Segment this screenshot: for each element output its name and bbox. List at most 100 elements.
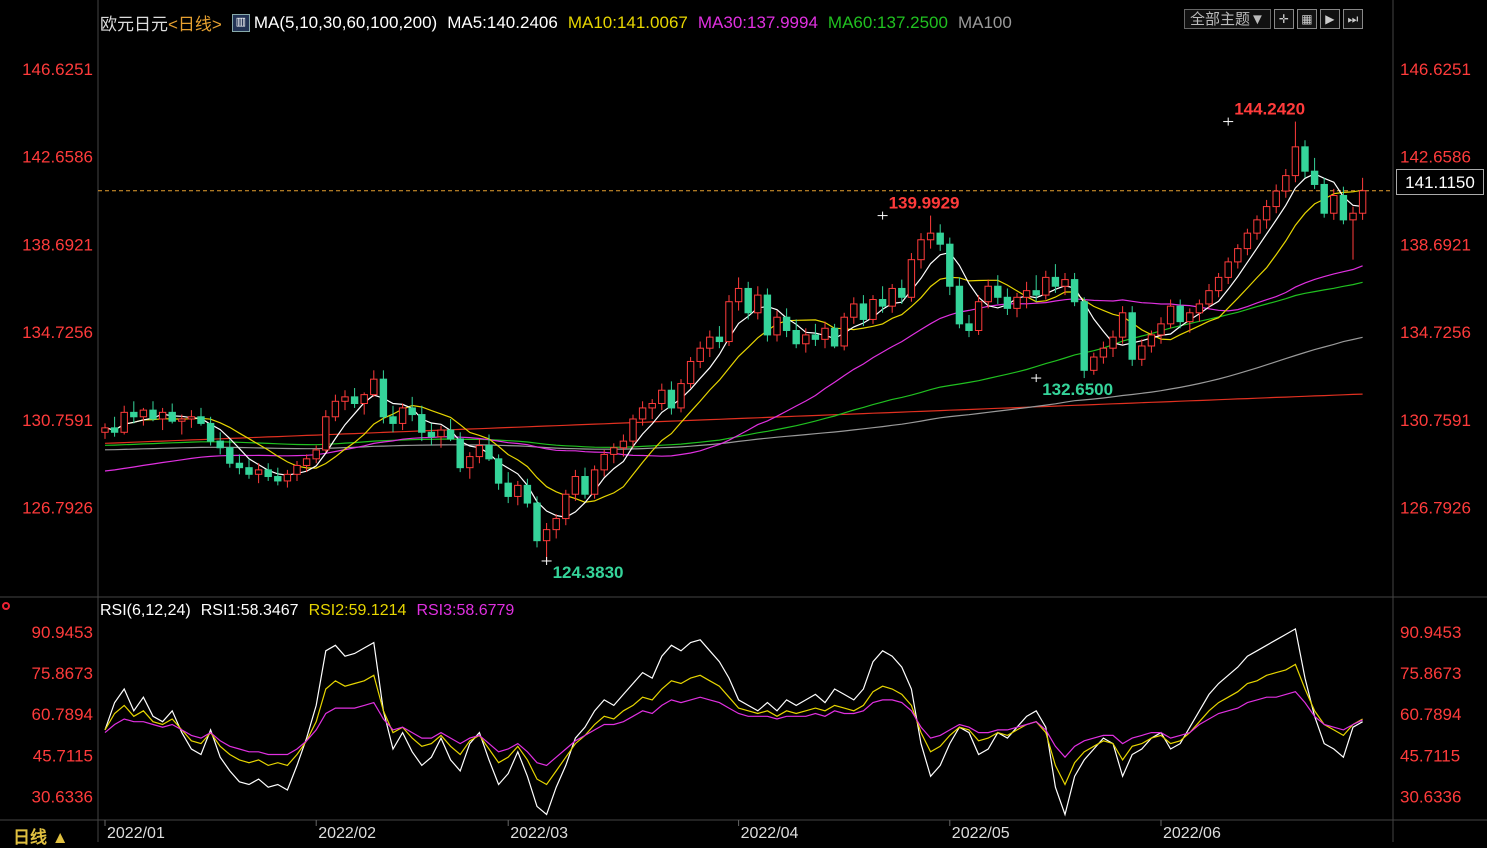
- ma200-line: [104, 393, 1363, 444]
- ma5-value: MA5:140.2406: [447, 12, 558, 32]
- candle-body: [590, 469, 599, 495]
- candle-body: [600, 453, 608, 471]
- candle-body: [139, 409, 148, 418]
- candle-body: [283, 473, 292, 482]
- ma100-line: [104, 336, 1363, 451]
- candle-body: [197, 416, 205, 424]
- candle-body: [1358, 190, 1367, 214]
- candle-body: [1301, 146, 1309, 172]
- candle-body: [1118, 312, 1127, 338]
- candle-body: [974, 301, 983, 331]
- candle-body: [1205, 290, 1213, 305]
- candle-body: [1176, 305, 1184, 323]
- candle-body: [840, 316, 848, 347]
- candle-body: [667, 389, 676, 409]
- candle-body: [245, 467, 253, 475]
- candle-body: [1109, 336, 1117, 349]
- candle-body: [1310, 170, 1319, 185]
- candle-body: [158, 411, 167, 420]
- candle-body: [821, 327, 829, 340]
- candle-body: [322, 416, 330, 451]
- candle-body: [1272, 190, 1280, 208]
- price-axis-tick-left: 134.7256: [22, 323, 93, 342]
- rsi-axis-tick-right: 60.7894: [1400, 705, 1461, 724]
- date-axis-label: 2022/06: [1163, 825, 1221, 842]
- indicator-marker-icon[interactable]: [2, 602, 10, 610]
- candle-body: [206, 422, 215, 442]
- current-price-tag: 141.1150: [1396, 169, 1484, 195]
- candle-body: [898, 287, 906, 298]
- grid-icon[interactable]: ▦: [1296, 9, 1317, 29]
- rsi-axis-tick-right: 75.8673: [1400, 664, 1461, 683]
- step-icon[interactable]: ⏭: [1342, 9, 1363, 29]
- chart-canvas[interactable]: 146.6251 146.6251 142.6586 142.6586 138.6921…: [0, 0, 1487, 842]
- candle-body: [686, 360, 695, 385]
- theme-dropdown[interactable]: 全部主题▼: [1184, 9, 1271, 29]
- candle-body: [456, 438, 464, 469]
- candle-body: [1243, 232, 1252, 250]
- candle-body: [725, 301, 733, 343]
- rsi-set-label: RSI(6,12,24): [100, 602, 191, 619]
- period-tag[interactable]: <日线>: [168, 10, 222, 35]
- rsi-axis-tick-right: 90.9453: [1400, 623, 1461, 642]
- candle-body: [1061, 279, 1069, 287]
- candle-body: [437, 429, 445, 438]
- candle-body: [830, 327, 839, 347]
- candle-body: [149, 409, 157, 420]
- candle-body: [648, 403, 656, 409]
- extreme-label: 124.3830: [553, 563, 624, 582]
- candle-body: [110, 427, 119, 433]
- candle-body: [619, 440, 628, 449]
- price-axis-tick-right: 142.6586: [1400, 148, 1471, 167]
- rsi-axis-tick-right: 45.7115: [1400, 746, 1460, 765]
- candle-body: [379, 378, 388, 418]
- play-icon[interactable]: ▶: [1319, 9, 1340, 29]
- candle-body: [763, 294, 772, 336]
- candle-body: [677, 383, 685, 409]
- symbol-title: 欧元日元: [100, 15, 168, 34]
- period-selector[interactable]: 日线 ▲: [13, 823, 69, 848]
- rsi-axis-tick-left: 90.9453: [32, 623, 93, 642]
- candle-body: [293, 464, 301, 475]
- candle-body: [514, 484, 522, 497]
- candle-body: [610, 447, 618, 455]
- candle-body: [1080, 301, 1088, 371]
- candle-body: [504, 482, 512, 497]
- date-axis-label: 2022/05: [952, 825, 1010, 842]
- date-axis-label: 2022/01: [107, 825, 165, 842]
- ma100-value: MA100: [957, 12, 1012, 32]
- candle-body: [1051, 276, 1060, 287]
- candle-body: [1032, 290, 1040, 296]
- candle-body: [341, 396, 349, 402]
- candle-body: [878, 299, 887, 307]
- candle-body: [1195, 303, 1204, 314]
- candle-body: [264, 469, 272, 478]
- ma-set-label: MA(5,10,30,60,100,200): [253, 12, 438, 32]
- candle-body: [773, 316, 781, 336]
- candle-body: [427, 431, 436, 438]
- candle-body: [408, 407, 416, 416]
- rsi-axis-tick-left: 75.8673: [32, 664, 93, 683]
- candle-body: [187, 416, 196, 420]
- candle-body: [1042, 276, 1050, 296]
- indicator-icon[interactable]: ▥: [231, 13, 250, 32]
- candle-body: [917, 239, 925, 261]
- rsi-axis-tick-right: 30.6336: [1400, 787, 1461, 806]
- price-axis-tick-left: 142.6586: [22, 148, 93, 167]
- price-axis-tick-left: 146.6251: [22, 60, 93, 79]
- candle-body: [312, 449, 320, 460]
- candle-body: [360, 394, 368, 405]
- date-axis-label: 2022/04: [741, 825, 799, 842]
- ma30-line: [104, 265, 1363, 472]
- extreme-label: 144.2420: [1234, 100, 1305, 119]
- candle-body: [1022, 290, 1031, 298]
- rsi-line-rsi1: [104, 627, 1363, 817]
- price-axis-tick-left: 130.7591: [22, 411, 93, 430]
- candle-body: [782, 316, 791, 331]
- candle-body: [235, 462, 244, 469]
- candle-body: [1282, 175, 1290, 192]
- candle-body: [485, 445, 493, 460]
- candle-body: [350, 396, 359, 405]
- candle-body: [542, 529, 551, 542]
- crosshair-icon[interactable]: ✛: [1273, 9, 1294, 29]
